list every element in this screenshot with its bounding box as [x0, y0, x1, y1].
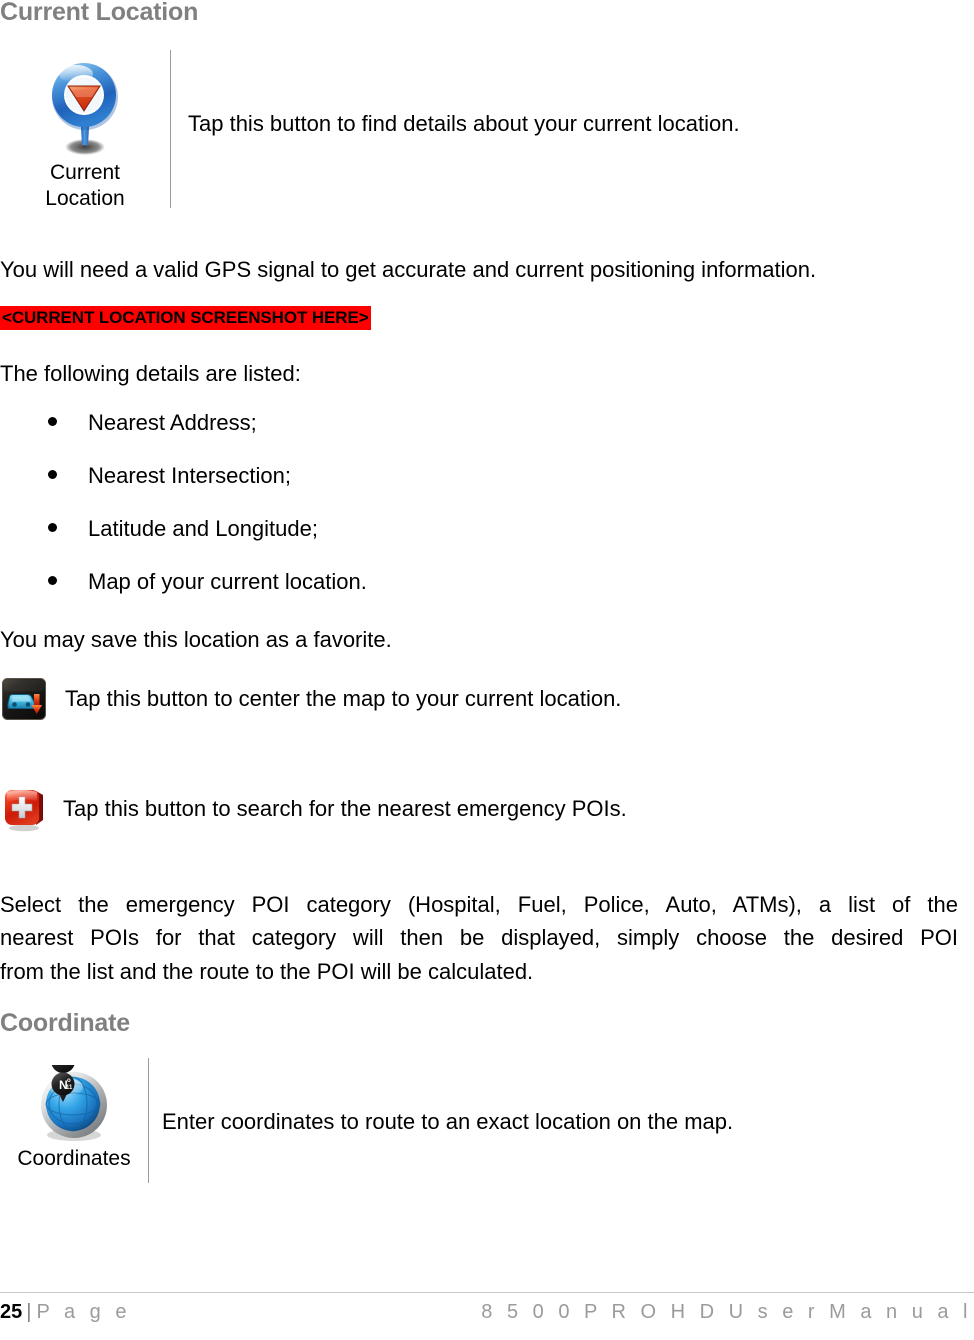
bullet-dot-icon — [48, 417, 57, 426]
coordinate-icon-table: N o 11 Coordinates Enter coordinates to … — [0, 1049, 900, 1183]
bullet-dot-icon — [48, 523, 57, 532]
center-map-car-button-icon[interactable] — [2, 678, 46, 720]
list-item: Nearest Intersection; — [0, 463, 367, 516]
paragraph-line: Select the emergency POI category (Hospi… — [0, 892, 958, 917]
svg-text:11: 11 — [66, 1085, 73, 1091]
list-item-label: Nearest Intersection; — [88, 463, 291, 488]
emergency-poi-row-text: Tap this button to search for the neares… — [63, 796, 627, 821]
current-location-icon-caption: Current Location — [45, 161, 125, 211]
page-title-current-location: Current Location — [0, 0, 199, 26]
footer-manual-title: 8 5 0 0 P R O H D U s e r M a n u a l — [481, 1301, 972, 1323]
coordinate-description: Enter coordinates to route to an exact l… — [162, 1109, 734, 1134]
list-item: Nearest Address; — [0, 410, 367, 463]
screenshot-placeholder-block: <CURRENT LOCATION SCREENSHOT HERE> — [0, 306, 371, 330]
current-location-description: Tap this button to find details about yo… — [188, 111, 740, 136]
list-item: Map of your current location. — [0, 569, 367, 622]
emergency-poi-cross-button-icon[interactable] — [2, 786, 48, 832]
coordinate-description-cell: Enter coordinates to route to an exact l… — [149, 1058, 900, 1183]
save-favorite-note: You may save this location as a favorite… — [0, 627, 392, 652]
paragraph-line: from the list and the route to the POI w… — [0, 958, 534, 984]
details-intro-text: The following details are listed: — [0, 361, 301, 386]
footer-page-label: P a g e — [36, 1301, 131, 1323]
current-location-pin-icon[interactable] — [42, 59, 128, 157]
footer-left-group: 25 | P a g e — [0, 1301, 131, 1324]
svg-text:o: o — [67, 1078, 71, 1084]
select-emergency-poi-paragraph: Select the emergency POI category (Hospi… — [0, 888, 958, 988]
center-map-row: Tap this button to center the map to you… — [2, 678, 621, 720]
coordinates-globe-icon[interactable]: N o 11 — [34, 1049, 114, 1143]
footer-separator: | — [26, 1301, 32, 1323]
emergency-poi-row: Tap this button to search for the neares… — [2, 786, 627, 832]
current-location-icon-table: Current Location Tap this button to find… — [0, 50, 900, 210]
page-footer: 25 | P a g e 8 5 0 0 P R O H D U s e r M… — [0, 1292, 974, 1324]
list-item-label: Latitude and Longitude; — [88, 516, 318, 541]
bullet-dot-icon — [48, 576, 57, 585]
center-map-row-text: Tap this button to center the map to you… — [65, 686, 622, 711]
footer-page-number: 25 — [0, 1301, 23, 1323]
list-item-label: Map of your current location. — [88, 569, 367, 594]
manual-page: Current Location Current Location Tap th… — [0, 0, 974, 1340]
gps-signal-note: You will need a valid GPS signal to get … — [0, 257, 817, 282]
list-item: Latitude and Longitude; — [0, 516, 367, 569]
current-location-description-cell: Tap this button to find details about yo… — [171, 50, 900, 208]
screenshot-placeholder-text: <CURRENT LOCATION SCREENSHOT HERE> — [0, 306, 371, 330]
paragraph-line: nearest POIs for that category will then… — [0, 925, 958, 951]
coordinates-icon-cell: N o 11 Coordinates — [0, 1049, 148, 1183]
bullet-dot-icon — [48, 470, 57, 479]
current-location-icon-cell: Current Location — [0, 50, 170, 210]
page-title-coordinate: Coordinate — [0, 1009, 130, 1037]
coordinates-icon-caption: Coordinates — [17, 1147, 131, 1170]
list-item-label: Nearest Address; — [88, 410, 257, 435]
details-bullet-list: Nearest Address; Nearest Intersection; L… — [0, 410, 367, 622]
